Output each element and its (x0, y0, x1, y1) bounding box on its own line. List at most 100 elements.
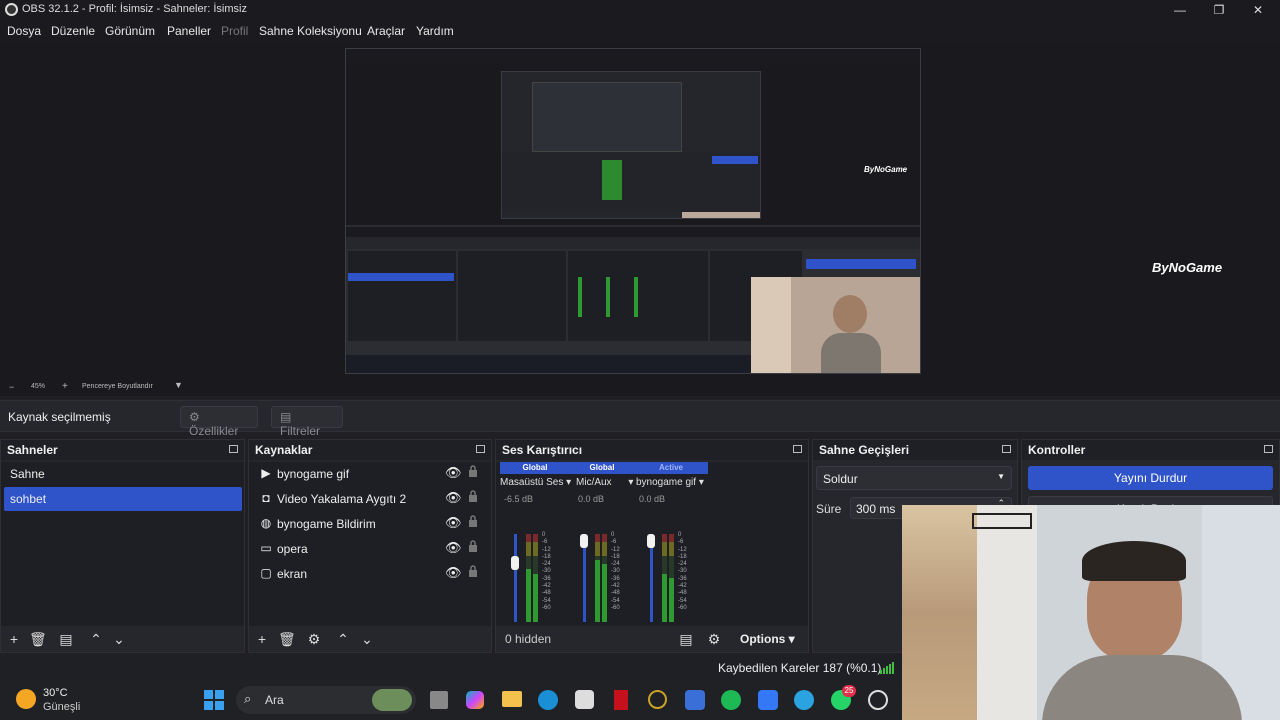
store-icon[interactable] (575, 690, 594, 709)
menu-sahne-koleksiyonu[interactable]: Sahne Koleksiyonu (259, 24, 362, 38)
transitions-title: Sahne Geçişleri (813, 440, 1017, 460)
copilot-icon[interactable] (466, 691, 484, 709)
move-up-icon[interactable]: ⌃ (335, 631, 351, 647)
sources-dock: Kaynaklar ▶ bynogame gif 👁 ◘ Video Yakal… (248, 439, 492, 653)
nested-brand-logo: ByNoGame (864, 165, 908, 174)
meter-ticks: 0 -6 -12 -18 -24 -30 -36 -42 -48 -54 -60 (611, 532, 620, 611)
steam-icon[interactable] (685, 690, 705, 710)
window-icon: ▭ (260, 541, 272, 555)
netflix-icon[interactable] (614, 690, 628, 710)
restore-icon[interactable]: ❐ (1211, 2, 1227, 18)
source-row[interactable]: ◍ bynogame Bildirim 👁 (255, 512, 485, 536)
weather-desc[interactable]: Güneşli (43, 701, 80, 713)
edge-icon[interactable] (538, 690, 558, 710)
lock-icon[interactable] (468, 465, 478, 477)
taskbar-search[interactable]: ⌕ Ara (236, 686, 416, 714)
obs-taskbar-icon[interactable] (648, 690, 667, 709)
zoom-in-button[interactable]: + (62, 381, 68, 392)
menu-yardim[interactable]: Yardım (416, 24, 454, 38)
lock-icon[interactable] (468, 565, 478, 577)
eye-icon[interactable]: 👁 (445, 490, 462, 506)
lock-icon[interactable] (468, 490, 478, 502)
stop-streaming-button[interactable]: Yayını Durdur (1028, 466, 1273, 490)
windows-start-icon[interactable] (204, 690, 224, 710)
filter-icon[interactable]: ▤ (58, 631, 74, 647)
menu-paneller[interactable]: Paneller (167, 24, 211, 38)
spotify-icon[interactable] (721, 690, 741, 710)
globe-icon: ◍ (260, 516, 272, 530)
webcam-hair (1082, 541, 1186, 581)
level-meter (669, 534, 674, 622)
fader-knob[interactable] (511, 556, 519, 570)
volume-fader[interactable] (511, 534, 519, 622)
fit-dropdown-icon[interactable]: ▼ (174, 380, 183, 390)
scene-item-sahne[interactable]: Sahne (4, 462, 242, 486)
channel-name[interactable]: Masaüstü Ses ▾ (500, 477, 571, 488)
options-button[interactable]: Options ▾ (740, 632, 795, 646)
lock-icon[interactable] (468, 515, 478, 527)
menu-araclar[interactable]: Araçlar (367, 24, 405, 38)
menu-duzenle[interactable]: Düzenle (51, 24, 95, 38)
telegram-icon[interactable] (794, 690, 814, 710)
file-explorer-icon[interactable] (502, 691, 522, 707)
outlook-icon[interactable] (758, 690, 778, 710)
menu-profil[interactable]: Profil (221, 24, 248, 38)
close-icon[interactable]: ✕ (1250, 2, 1266, 18)
gear-icon[interactable]: ⚙ (306, 631, 322, 647)
move-down-icon[interactable]: ⌄ (111, 631, 127, 647)
nested-webcam-large (751, 277, 920, 373)
source-row[interactable]: ▭ opera 👁 (255, 537, 485, 561)
trash-icon[interactable]: 🗑 (278, 631, 296, 647)
minimize-icon[interactable]: — (1172, 2, 1188, 18)
fader-knob[interactable] (647, 534, 655, 548)
signal-bars-icon (880, 662, 894, 674)
task-view-icon[interactable] (430, 691, 448, 709)
undock-icon[interactable] (1002, 445, 1011, 453)
source-row[interactable]: ▢ ekran 👁 (255, 562, 485, 586)
move-up-icon[interactable]: ⌃ (88, 631, 104, 647)
mixer-toolbar: 0 hidden ▤ ⚙ Options ▾ (496, 626, 808, 652)
undock-icon[interactable] (1264, 445, 1273, 453)
program-preview[interactable]: ByNoGame (345, 48, 921, 374)
source-row[interactable]: ▶ bynogame gif 👁 (255, 462, 485, 486)
menu-dosya[interactable]: Dosya (7, 24, 41, 38)
zoom-out-button[interactable]: − (9, 382, 14, 392)
nested-taskbar (346, 355, 751, 373)
trash-icon[interactable]: 🗑 (29, 631, 47, 647)
transition-select[interactable]: Soldur ▼ (816, 466, 1012, 490)
undock-icon[interactable] (793, 445, 802, 453)
properties-button[interactable]: ⚙ Özellikler (180, 406, 258, 438)
sources-title: Kaynaklar (249, 440, 491, 460)
add-scene-icon[interactable]: + (6, 631, 22, 647)
volume-fader[interactable] (647, 534, 655, 622)
nested-scene-selected (348, 273, 454, 281)
filters-button[interactable]: ▤ Filtreler (271, 406, 343, 438)
source-row[interactable]: ◘ Video Yakalama Aygıtı 2 👁 (255, 487, 485, 511)
layout-icon[interactable]: ▤ (678, 631, 694, 647)
search-placeholder: Ara (265, 693, 284, 707)
eye-icon[interactable]: 👁 (445, 515, 462, 531)
weather-temp[interactable]: 30°C (43, 687, 68, 699)
fit-window-button[interactable]: Pencereye Boyutlandır (82, 383, 153, 390)
chatgpt-icon[interactable] (868, 690, 888, 710)
eye-icon[interactable]: 👁 (445, 565, 462, 581)
level-meter (595, 534, 600, 622)
lock-icon[interactable] (468, 540, 478, 552)
eye-icon[interactable]: 👁 (445, 540, 462, 556)
channel-name[interactable]: Mic/Aux ▾ (576, 477, 633, 488)
add-source-icon[interactable]: + (254, 631, 270, 647)
channel-name[interactable]: bynogame gif ▾ (636, 477, 704, 488)
move-down-icon[interactable]: ⌄ (359, 631, 375, 647)
scene-item-sohbet[interactable]: sohbet (4, 487, 242, 511)
fader-knob[interactable] (580, 534, 588, 548)
menu-gorunum[interactable]: Görünüm (105, 24, 155, 38)
gear-icon[interactable]: ⚙ (706, 631, 722, 647)
volume-fader[interactable] (580, 534, 588, 622)
webcam-hanging-lamp (972, 513, 1032, 529)
eye-icon[interactable]: 👁 (445, 465, 462, 481)
weather-sun-icon[interactable] (16, 689, 36, 709)
undock-icon[interactable] (476, 445, 485, 453)
filter-icon: ▤ (280, 410, 292, 424)
undock-icon[interactable] (229, 445, 238, 453)
scenes-title: Sahneler (1, 440, 244, 460)
